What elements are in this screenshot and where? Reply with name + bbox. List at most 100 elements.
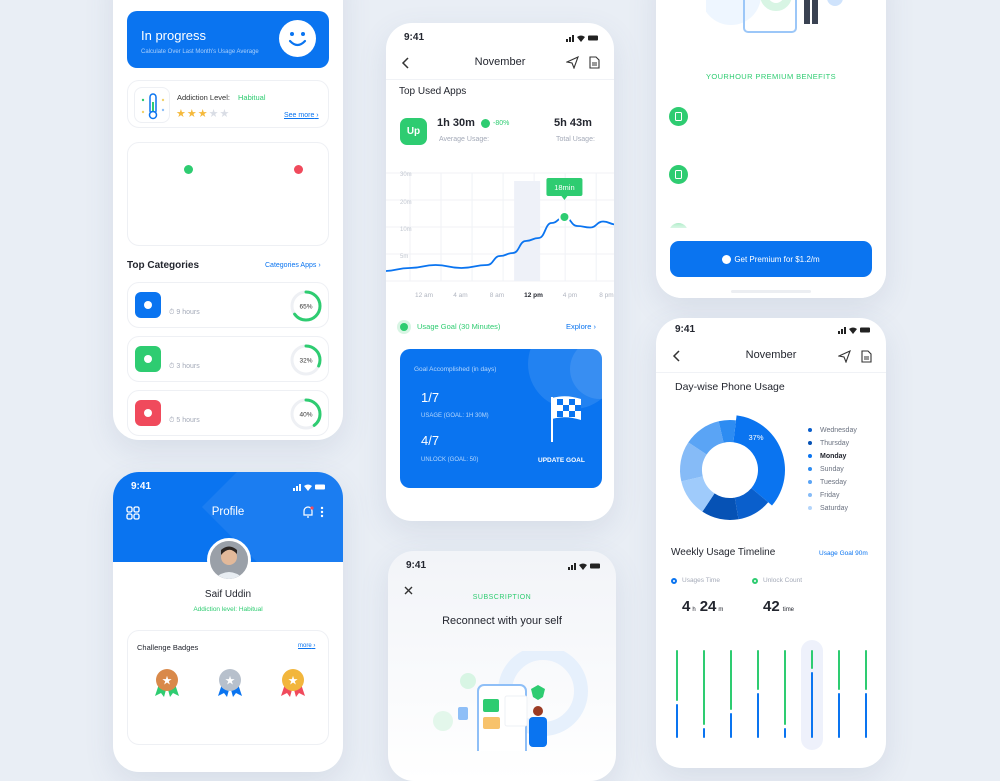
category-progress-ring: 65% [290, 290, 322, 322]
challenge-badges-card: Challenge Badges more › ★ ★ ★ [127, 630, 329, 745]
premium-illustration [706, 0, 856, 35]
in-progress-card[interactable]: In progress Calculate Over Last Month's … [127, 11, 329, 68]
get-premium-button[interactable]: Get Premium for $1.2/m [670, 241, 872, 277]
usage-bar [730, 712, 732, 738]
category-progress-ring: 40% [290, 398, 322, 430]
x-tick-label: 4 pm [563, 292, 577, 299]
goal-accomplished-card: Goal Accomplished (in days) 1/7 USAGE (G… [400, 349, 602, 488]
x-tick-label: 8 am [490, 292, 504, 299]
up-arrow-icon [294, 165, 303, 174]
app-total-label: Total Usage: [556, 136, 595, 143]
avatar[interactable] [207, 538, 251, 582]
play-icon [135, 400, 161, 426]
category-row[interactable]: ⏱ 5 hours 40% [127, 390, 329, 436]
goal-legend-dot [400, 323, 408, 331]
more-options-icon[interactable] [319, 506, 325, 520]
header-title: November [474, 56, 526, 68]
weekly-usage-total: 4 h 24 m [682, 598, 723, 615]
header-title: November [745, 349, 797, 361]
hours-unit: h [692, 607, 696, 613]
app-usage-value: 1h 30m [437, 117, 475, 129]
legend-item: Friday [808, 492, 839, 499]
badges-more-link[interactable]: more › [298, 643, 315, 649]
stats-card [127, 142, 329, 246]
unlock-count-legend-dot [752, 578, 758, 584]
unlocks-unit: time [782, 607, 795, 613]
notification-bell-icon[interactable] [301, 505, 315, 519]
star-icon: ★ [197, 108, 208, 120]
category-hours: ⏱ 9 hours [169, 309, 200, 316]
app-logo-upwork[interactable]: Up [400, 118, 427, 145]
profile-addiction-level: Addiction level: Habitual [193, 606, 263, 613]
y-tick-label: 5m [400, 254, 408, 260]
leaf-icon [135, 346, 161, 372]
benefit-icon [669, 107, 688, 126]
usage-goal-link[interactable]: Usage Goal 90m [819, 550, 868, 557]
explore-label: Explore [566, 322, 592, 331]
category-row[interactable]: ⏱ 3 hours 32% [127, 336, 329, 382]
day-wise-donut-chart[interactable]: 37% [670, 410, 790, 530]
explore-link[interactable]: Explore › [566, 322, 596, 331]
svg-text:★: ★ [288, 674, 299, 688]
usage-days-label: USAGE (GOAL: 1H 30M) [421, 413, 489, 419]
legend-item: Saturday [808, 505, 848, 512]
status-time: 9:41 [675, 324, 696, 335]
status-icons [838, 326, 872, 334]
unlock-bar [730, 650, 732, 710]
usage-line-chart[interactable]: 5m 10m 20m 30m 18min 12 am 4 am 8 am 12 pm 4 pm 8 … [386, 163, 614, 303]
subscription-label: SUBSCRIPTION [472, 594, 532, 601]
usage-bar [757, 692, 759, 738]
challenge-badges-title: Challenge Badges [137, 643, 199, 652]
star-icon: ★ [176, 108, 186, 120]
report-icon[interactable] [589, 56, 600, 69]
star-icon: ★ [208, 108, 219, 120]
usage-time-legend-dot [671, 578, 677, 584]
legend-label: Friday [820, 492, 840, 499]
category-row[interactable]: ⏱ 9 hours 65% [127, 282, 329, 328]
unlock-bar [865, 650, 867, 690]
report-icon[interactable] [861, 350, 872, 363]
minutes-unit: m [718, 607, 724, 613]
home-indicator [731, 290, 811, 293]
legend-item: Sunday [808, 466, 844, 473]
unlock-bar [838, 650, 840, 690]
see-more-link[interactable]: See more › [284, 112, 319, 119]
x-tick-label: 8 pm [599, 292, 613, 299]
badges-more-label: more [298, 643, 312, 649]
status-icons [566, 34, 600, 42]
star-icon: ★ [186, 108, 197, 120]
y-tick-label: 10m [400, 227, 412, 233]
category-progress-ring: 32% [290, 344, 322, 376]
update-goal-button[interactable]: UPDATE GOAL [538, 457, 585, 464]
svg-text:★: ★ [162, 674, 173, 688]
categories-apps-link[interactable]: Categories Apps › [265, 262, 321, 269]
unlock-days-value: 4/7 [421, 433, 440, 448]
status-time: 9:41 [406, 560, 427, 571]
x-tick-label: 4 am [453, 292, 467, 299]
share-icon[interactable] [838, 350, 851, 363]
thermometer-icon [134, 87, 170, 123]
usage-bar [811, 672, 813, 738]
x-tick-label: 12 pm [524, 292, 543, 299]
legend-dot [808, 480, 812, 485]
minutes-value: 24 [699, 598, 717, 615]
profile-name: Saif Uddin [204, 589, 252, 600]
signal-wifi-battery-icons [838, 327, 870, 334]
unlock-bar [703, 650, 705, 725]
in-progress-title: In progress [141, 28, 207, 43]
legend-label: Sunday [820, 466, 844, 473]
status-icons [568, 562, 602, 570]
category-hours: ⏱ 5 hours [169, 417, 200, 424]
get-premium-label: Get Premium for $1.2/m [734, 254, 820, 264]
usage-bar [838, 692, 840, 738]
gold-medal-icon: ★ [281, 669, 305, 697]
usage-days-value: 1/7 [421, 390, 440, 405]
y-tick-label: 20m [400, 200, 412, 206]
benefits-title: YOURHOUR PREMIUM BENEFITS [705, 72, 836, 81]
usage-time-legend: Usages Time [682, 577, 720, 584]
share-icon[interactable] [566, 56, 579, 69]
day-wise-title: Day-wise Phone Usage [675, 381, 785, 393]
star-rating: ★ ★ ★ ★ ★ [176, 107, 229, 120]
screen-premium-benefits: YOURHOUR PREMIUM BENEFITS Get Premium fo… [656, 0, 886, 298]
screen-top-used-apps: 9:41 November Top Used Apps Up 1h 30m -8… [386, 23, 614, 521]
